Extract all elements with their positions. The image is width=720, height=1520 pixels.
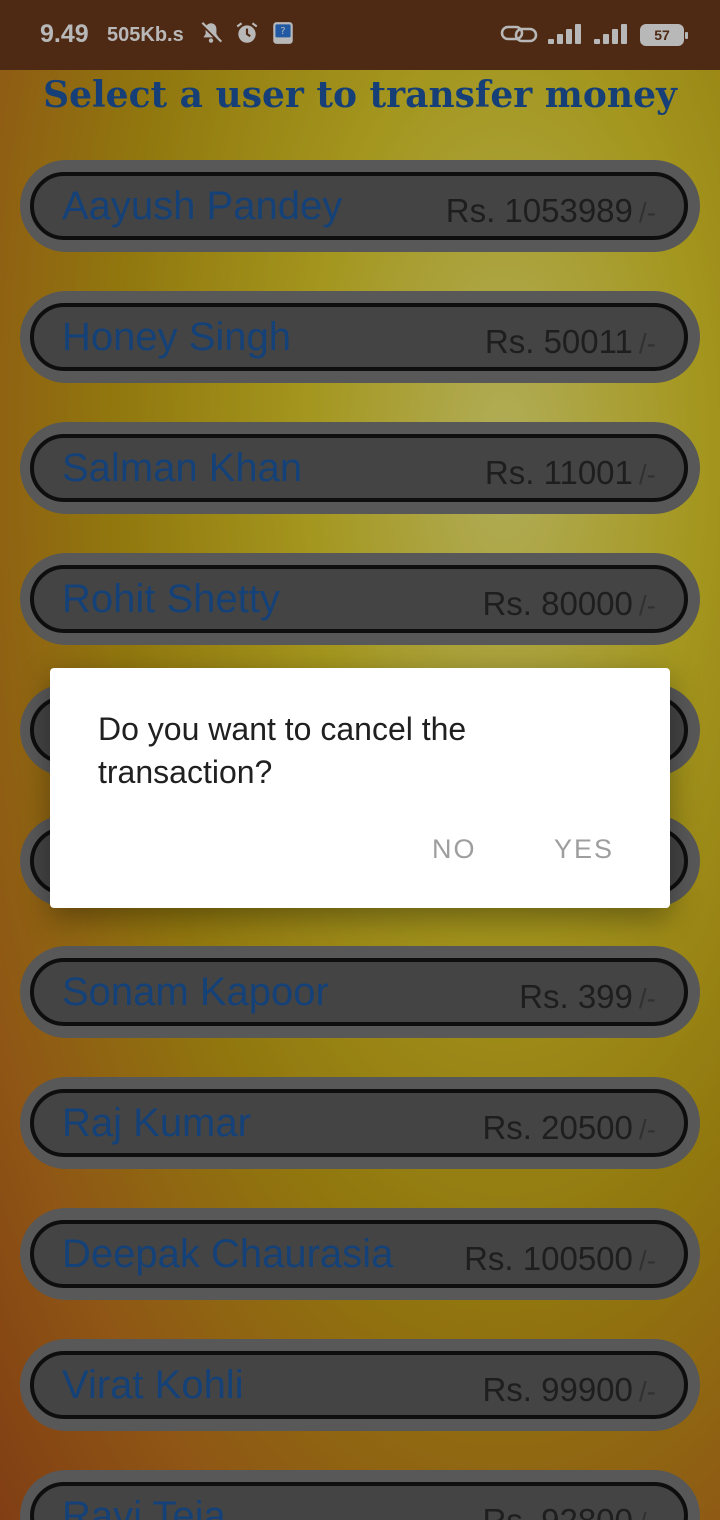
dialog-message: Do you want to cancel the transaction?: [98, 711, 467, 790]
yes-button[interactable]: YES: [554, 834, 614, 865]
no-button[interactable]: NO: [432, 834, 477, 865]
cancel-transaction-dialog: Do you want to cancel the transaction? N…: [50, 668, 670, 908]
